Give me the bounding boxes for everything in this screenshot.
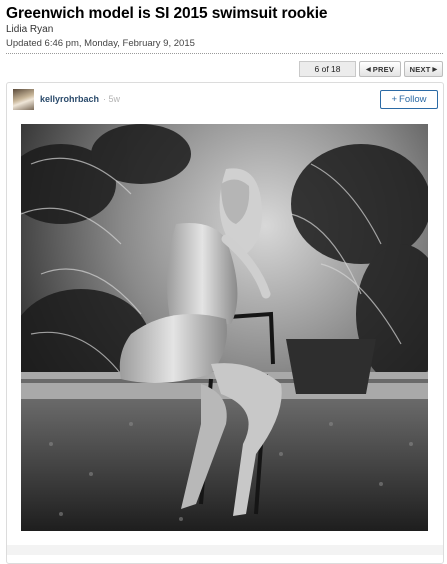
gallery-pager: 6 of 18 ◀ PREV NEXT ▶ (299, 61, 443, 77)
article-headline: Greenwich model is SI 2015 swimsuit rook… (6, 5, 328, 22)
prev-button[interactable]: ◀ PREV (359, 61, 401, 77)
instagram-embed: kellyrohrbach · 5w + Follow (6, 82, 444, 564)
follow-label: Follow (399, 94, 427, 105)
author-byline: Lidia Ryan (6, 24, 54, 35)
updated-timestamp: Updated 6:46 pm, Monday, February 9, 201… (6, 38, 195, 49)
next-button[interactable]: NEXT ▶ (404, 61, 443, 77)
plus-icon: + (391, 94, 398, 105)
next-label: NEXT (409, 64, 431, 74)
prev-label: PREV (372, 64, 395, 74)
photo-image (21, 124, 428, 531)
post-photo[interactable] (21, 124, 428, 531)
post-username[interactable]: kellyrohrbach (40, 94, 99, 104)
arrow-right-icon: ▶ (432, 66, 438, 73)
follow-button[interactable]: + Follow (380, 90, 438, 109)
avatar[interactable] (13, 89, 34, 110)
post-age: · 5w (103, 94, 121, 104)
arrow-left-icon: ◀ (365, 66, 371, 73)
divider (6, 53, 443, 54)
slide-counter: 6 of 18 (299, 61, 356, 77)
